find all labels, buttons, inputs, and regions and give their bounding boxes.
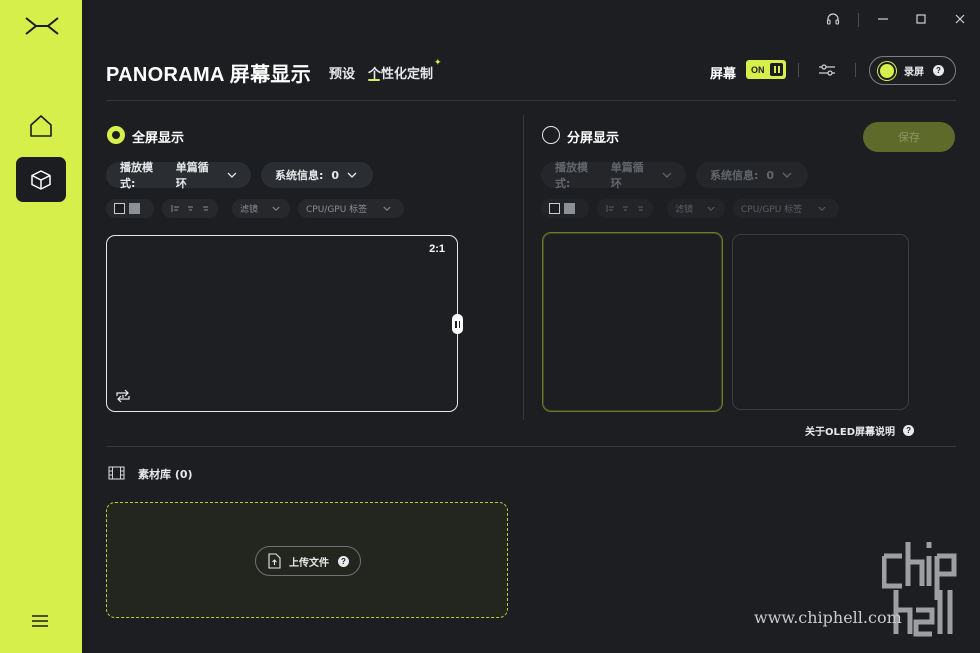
play-mode-value: 单篇循环: [175, 161, 209, 190]
chevron-down-icon: [707, 206, 715, 211]
swatch-black[interactable]: [549, 203, 560, 214]
split-align-group[interactable]: [597, 199, 653, 218]
align-icons: [171, 205, 208, 212]
section-divider: [523, 115, 524, 420]
swatch-gray[interactable]: [564, 203, 575, 214]
split-filter-select[interactable]: 滤镜: [667, 199, 725, 218]
help-icon[interactable]: ?: [903, 425, 915, 436]
menu-icon[interactable]: [31, 614, 49, 628]
split-play-mode-select[interactable]: 播放模式: 单篇循环: [541, 161, 686, 190]
loop-icon[interactable]: [114, 388, 132, 404]
help-icon[interactable]: ?: [338, 555, 349, 567]
tag-select[interactable]: CPU/GPU 标签: [298, 199, 404, 218]
record-button[interactable]: 录屏 ?: [869, 56, 956, 85]
app-logo-icon: [25, 17, 59, 35]
sidebar: [0, 0, 82, 653]
chevron-down-icon: [347, 172, 357, 178]
divider: [798, 63, 799, 77]
sysinfo-label: 系统信息:: [710, 169, 759, 182]
chevron-down-icon: [272, 206, 280, 211]
split-sysinfo-select[interactable]: 系统信息: 0: [696, 162, 808, 188]
sparkle-icon: ✦: [434, 58, 442, 68]
main-panel: PANORAMA 屏幕显示 预设 个性化定制 ✦ 屏幕 ON 录屏 ? 全屏显示…: [82, 0, 980, 653]
upload-label: 上传文件: [289, 557, 329, 569]
upload-file-icon: [268, 553, 281, 569]
split-right-preview[interactable]: [732, 234, 909, 410]
splitscreen-title: 分屏显示: [567, 131, 620, 146]
page-title: PANORAMA 屏幕显示: [106, 64, 312, 86]
maximize-icon[interactable]: [912, 10, 930, 28]
tag-label: CPU/GPU 标签: [306, 205, 368, 215]
chevron-down-icon: [818, 206, 826, 211]
split-color-swatches[interactable]: [541, 199, 589, 218]
filter-select[interactable]: 滤镜: [232, 199, 290, 218]
sysinfo-value: 0: [766, 168, 775, 182]
toggle-pause-icon: [770, 63, 783, 76]
divider: [858, 13, 859, 27]
library-divider: [106, 446, 956, 447]
play-mode-label: 播放模式:: [555, 161, 588, 190]
play-mode-value: 单篇循环: [610, 161, 644, 190]
tag-label: CPU/GPU 标签: [741, 205, 803, 215]
upload-dropzone[interactable]: 上传文件 ?: [106, 502, 508, 618]
splitscreen-radio[interactable]: [542, 126, 560, 144]
filter-label: 滤镜: [675, 205, 694, 215]
sliders-icon[interactable]: [818, 62, 836, 78]
film-icon: [108, 466, 125, 480]
swatch-gray[interactable]: [129, 203, 140, 214]
oled-note-label: 关于OLED屏幕说明: [805, 427, 896, 438]
swatch-black[interactable]: [114, 203, 125, 214]
split-tag-select[interactable]: CPU/GPU 标签: [733, 199, 839, 218]
screen-label: 屏幕: [710, 67, 737, 82]
minimize-icon[interactable]: [874, 10, 892, 28]
home-icon[interactable]: [28, 114, 54, 138]
library-label: 素材库 (0): [138, 468, 193, 481]
filter-label: 滤镜: [240, 205, 259, 215]
align-icons: [606, 205, 643, 212]
fullscreen-title: 全屏显示: [132, 131, 185, 146]
split-left-preview[interactable]: [542, 232, 723, 412]
sysinfo-label: 系统信息:: [275, 169, 324, 182]
aspect-ratio-label: 2:1: [429, 243, 445, 255]
align-group[interactable]: [162, 199, 218, 218]
play-mode-select[interactable]: 播放模式: 单篇循环: [106, 161, 251, 190]
upload-button[interactable]: 上传文件 ?: [255, 546, 361, 576]
chevron-down-icon: [227, 172, 237, 178]
support-headset-icon[interactable]: [824, 10, 842, 28]
screen-toggle[interactable]: ON: [746, 60, 786, 79]
close-icon[interactable]: [951, 10, 969, 28]
chevron-down-icon: [383, 206, 391, 211]
sidebar-item-device[interactable]: [16, 157, 66, 202]
divider: [855, 63, 856, 77]
active-tab-indicator: [368, 79, 380, 81]
box-icon: [31, 169, 51, 190]
play-mode-label: 播放模式:: [120, 161, 153, 190]
watermark-url: www.chiphell.com: [754, 608, 902, 627]
toggle-state: ON: [751, 64, 765, 75]
tab-presets[interactable]: 预设: [329, 63, 355, 82]
save-button[interactable]: 保存: [863, 122, 955, 152]
record-label: 录屏: [904, 67, 924, 78]
fullscreen-preview[interactable]: 2:1: [106, 235, 463, 412]
color-swatches[interactable]: [106, 199, 154, 218]
resize-handle[interactable]: [452, 314, 463, 334]
chevron-down-icon: [662, 172, 672, 178]
oled-note[interactable]: 关于OLED屏幕说明 ?: [805, 423, 915, 438]
sysinfo-select[interactable]: 系统信息: 0: [261, 162, 373, 188]
sysinfo-value: 0: [331, 168, 340, 182]
record-dot-icon: [880, 63, 894, 78]
chevron-down-icon: [782, 172, 792, 178]
fullscreen-radio[interactable]: [107, 126, 125, 144]
help-icon[interactable]: ?: [933, 65, 944, 76]
header-divider: [106, 100, 956, 101]
